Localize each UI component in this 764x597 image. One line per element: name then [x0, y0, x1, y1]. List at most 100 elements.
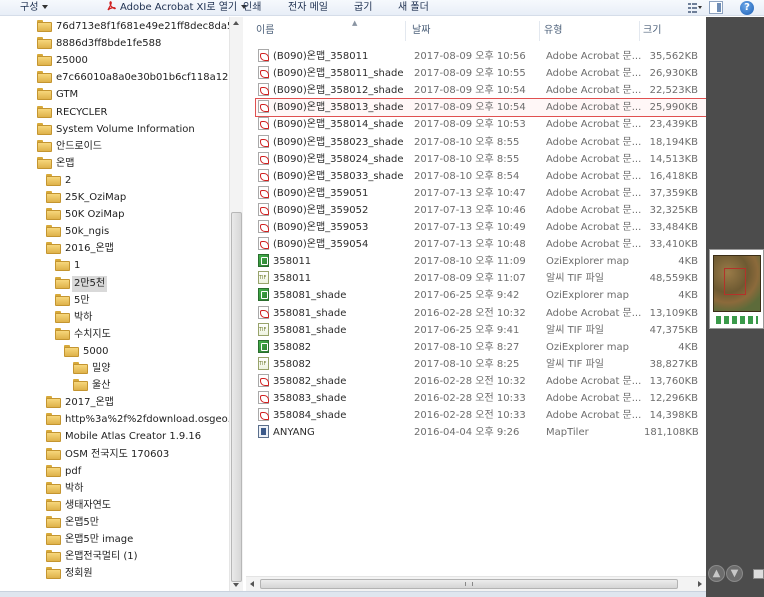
- nav-folder-item[interactable]: 5000: [64, 344, 110, 360]
- file-row[interactable]: (B090)온맵_359052 2017-07-13 오후 10:46 Adobe …: [256, 202, 706, 219]
- previous-page-icon[interactable]: ▲: [708, 565, 725, 582]
- email-button[interactable]: 전자 메일: [288, 1, 328, 15]
- nav-folder-item[interactable]: 온맵: [37, 156, 76, 172]
- file-row[interactable]: 358083_shade 2016-02-28 오전 10:33 Adobe Acr…: [256, 390, 706, 407]
- file-date-cell: 2016-02-28 오전 10:32: [414, 305, 546, 322]
- horizontal-scrollbar[interactable]: [246, 576, 706, 591]
- file-date-cell: 2016-02-28 오전 10:33: [414, 390, 546, 407]
- file-row[interactable]: 358082_shade 2016-02-28 오전 10:32 Adobe Acr…: [256, 373, 706, 390]
- navigation-scrollbar[interactable]: [229, 17, 243, 591]
- scroll-up-icon[interactable]: [233, 21, 239, 25]
- nav-folder-label: 정회원: [65, 568, 93, 580]
- file-type: Adobe Acrobat 문...: [546, 51, 642, 62]
- folder-icon: [37, 156, 52, 169]
- nav-folder-item[interactable]: 2만5천: [55, 275, 108, 292]
- file-row[interactable]: 358084_shade 2016-02-28 오전 10:33 Adobe Acr…: [256, 407, 706, 424]
- nav-folder-item[interactable]: 온맵5만 image: [46, 532, 135, 548]
- nav-folder-item[interactable]: 50K OziMap: [46, 207, 126, 223]
- file-type: Adobe Acrobat 문...: [546, 393, 642, 404]
- nav-folder-item[interactable]: 밀양: [73, 361, 112, 377]
- nav-folder-item[interactable]: pdf: [46, 464, 83, 480]
- nav-folder-item[interactable]: RECYCLER: [37, 105, 109, 121]
- nav-folder-item[interactable]: 25000: [37, 53, 90, 69]
- file-row[interactable]: 358011 2017-08-10 오후 11:09 OziExplorer map…: [256, 253, 706, 270]
- nav-folder-item[interactable]: 1: [55, 258, 82, 274]
- open-with-menu[interactable]: Adobe Acrobat XI로 열기: [106, 1, 248, 15]
- nav-folder-item[interactable]: http%3a%2f%2fdownload.osgeo.org%: [46, 412, 229, 428]
- nav-folder-item[interactable]: 2: [46, 173, 73, 189]
- file-date-cell: 2017-08-09 오후 10:53: [414, 116, 546, 133]
- file-row[interactable]: 358011 2017-08-09 오후 11:07 알씨 TIF 파일 48,559…: [256, 270, 706, 287]
- file-row[interactable]: (B090)온맵_358024_shade 2017-08-10 오후 8:55 A…: [256, 151, 706, 168]
- file-row[interactable]: 358082 2017-08-10 오후 8:25 알씨 TIF 파일 38,827K…: [256, 356, 706, 373]
- view-options-icon[interactable]: [688, 2, 702, 13]
- file-row[interactable]: (B090)온맵_358012_shade 2017-08-09 오후 10:54…: [256, 82, 706, 99]
- file-row[interactable]: (B090)온맵_358033_shade 2017-08-10 오후 8:54 A…: [256, 168, 706, 185]
- nav-folder-item[interactable]: 생태자연도: [46, 498, 113, 514]
- nav-folder-item[interactable]: 안드로이드: [37, 139, 104, 155]
- file-type-cell: Adobe Acrobat 문...: [546, 305, 646, 322]
- nav-folder-item[interactable]: 온맵전국멀티 (1): [46, 549, 140, 565]
- nav-folder-item[interactable]: 76d713e8f1f681e49e21ff8dec8da5: [37, 19, 229, 35]
- scroll-left-icon[interactable]: [250, 581, 254, 587]
- file-row[interactable]: (B090)온맵_359051 2017-07-13 오후 10:47 Adobe …: [256, 185, 706, 202]
- scroll-down-icon[interactable]: [233, 583, 239, 587]
- file-type: Adobe Acrobat 문...: [546, 119, 642, 131]
- preview-pane-toggle-icon[interactable]: [709, 1, 723, 14]
- file-row[interactable]: ANYANG 2016-04-04 오후 9:26 MapTiler 181,108K…: [256, 424, 706, 441]
- pdf-file-icon: [258, 185, 269, 199]
- file-row[interactable]: (B090)온맵_358023_shade 2017-08-10 오후 8:55 A…: [256, 134, 706, 151]
- nav-folder-item[interactable]: Mobile Atlas Creator 1.9.16: [46, 429, 203, 445]
- scroll-thumb[interactable]: [231, 212, 242, 582]
- nav-folder-item[interactable]: 50k_ngis: [46, 224, 111, 240]
- horizontal-scroll-thumb[interactable]: [260, 579, 678, 589]
- nav-folder-item[interactable]: System Volume Information: [37, 122, 197, 138]
- print-button[interactable]: 인쇄: [243, 1, 261, 15]
- file-row[interactable]: (B090)온맵_359053 2017-07-13 오후 10:49 Adobe …: [256, 219, 706, 236]
- file-row[interactable]: 358082 2017-08-10 오후 8:27 OziExplorer map 4…: [256, 339, 706, 356]
- burn-button[interactable]: 굽기: [354, 1, 372, 15]
- preview-options-icon[interactable]: [753, 569, 764, 579]
- column-header-type[interactable]: 유형: [544, 21, 640, 41]
- nav-folder-item[interactable]: OSM 전국지도 170603: [46, 447, 171, 463]
- file-type-cell: Adobe Acrobat 문...: [546, 202, 646, 219]
- file-name-cell: 358082: [258, 339, 418, 356]
- nav-folder-item[interactable]: 2017_온맵: [46, 395, 116, 411]
- file-size: 33,410KB: [649, 239, 698, 251]
- file-row[interactable]: 358081_shade 2017-06-25 오후 9:41 알씨 TIF 파일 4…: [256, 322, 706, 339]
- nav-folder-item[interactable]: 25K_OziMap: [46, 190, 128, 206]
- nav-folder-item[interactable]: 박하: [46, 481, 85, 497]
- nav-folder-item[interactable]: 온맵5만: [46, 515, 101, 531]
- file-type: Adobe Acrobat 문...: [546, 187, 642, 199]
- new-folder-button[interactable]: 새 폴더: [398, 1, 429, 15]
- column-header-date[interactable]: 날짜: [412, 21, 540, 41]
- file-row[interactable]: (B090)온맵_358011 2017-08-09 오후 10:56 Adobe …: [256, 48, 706, 65]
- nav-folder-item[interactable]: GTM: [37, 87, 80, 103]
- column-header-name[interactable]: 이름: [256, 21, 406, 41]
- file-date: 2017-08-10 오후 8:27: [414, 341, 520, 353]
- nav-folder-item[interactable]: 8886d3ff8bde1fe588: [37, 36, 163, 52]
- file-row[interactable]: (B090)온맵_358011_shade 2017-08-09 오후 10:55…: [256, 65, 706, 82]
- file-name-cell: 358082_shade: [258, 373, 418, 390]
- column-header-size[interactable]: 크기: [643, 21, 703, 41]
- file-row[interactable]: (B090)온맵_358013_shade 2017-08-09 오후 10:54…: [255, 98, 707, 118]
- nav-folder-item[interactable]: 수치지도: [55, 327, 113, 343]
- nav-folder-item[interactable]: e7c66010a8a0e30b01b6cf118a12b15e: [37, 70, 229, 86]
- nav-folder-item[interactable]: 2016_온맵: [46, 241, 116, 257]
- nav-folder-item[interactable]: 박하: [55, 310, 94, 326]
- nav-folder-item[interactable]: 5만: [55, 293, 92, 309]
- file-row[interactable]: (B090)온맵_359054 2017-07-13 오후 10:48 Adobe …: [256, 236, 706, 253]
- nav-folder-label: 2: [65, 174, 72, 186]
- file-row[interactable]: (B090)온맵_358014_shade 2017-08-09 오후 10:53…: [256, 116, 706, 133]
- file-name: 358082: [273, 358, 312, 370]
- nav-folder-item[interactable]: 정회원: [46, 566, 95, 582]
- nav-folder-item[interactable]: 울산: [73, 378, 112, 394]
- file-row[interactable]: 358081_shade 2017-06-25 오후 9:42 OziExplore…: [256, 287, 706, 304]
- file-date: 2017-07-13 오후 10:48: [414, 239, 526, 251]
- next-page-icon[interactable]: ▼: [726, 565, 743, 582]
- file-row[interactable]: 358081_shade 2016-02-28 오전 10:32 Adobe Acr…: [256, 305, 706, 322]
- scroll-right-icon[interactable]: [698, 581, 702, 587]
- help-icon[interactable]: ?: [740, 1, 754, 15]
- locked-folder-icon: [37, 105, 52, 118]
- organize-menu[interactable]: 구성: [20, 1, 49, 15]
